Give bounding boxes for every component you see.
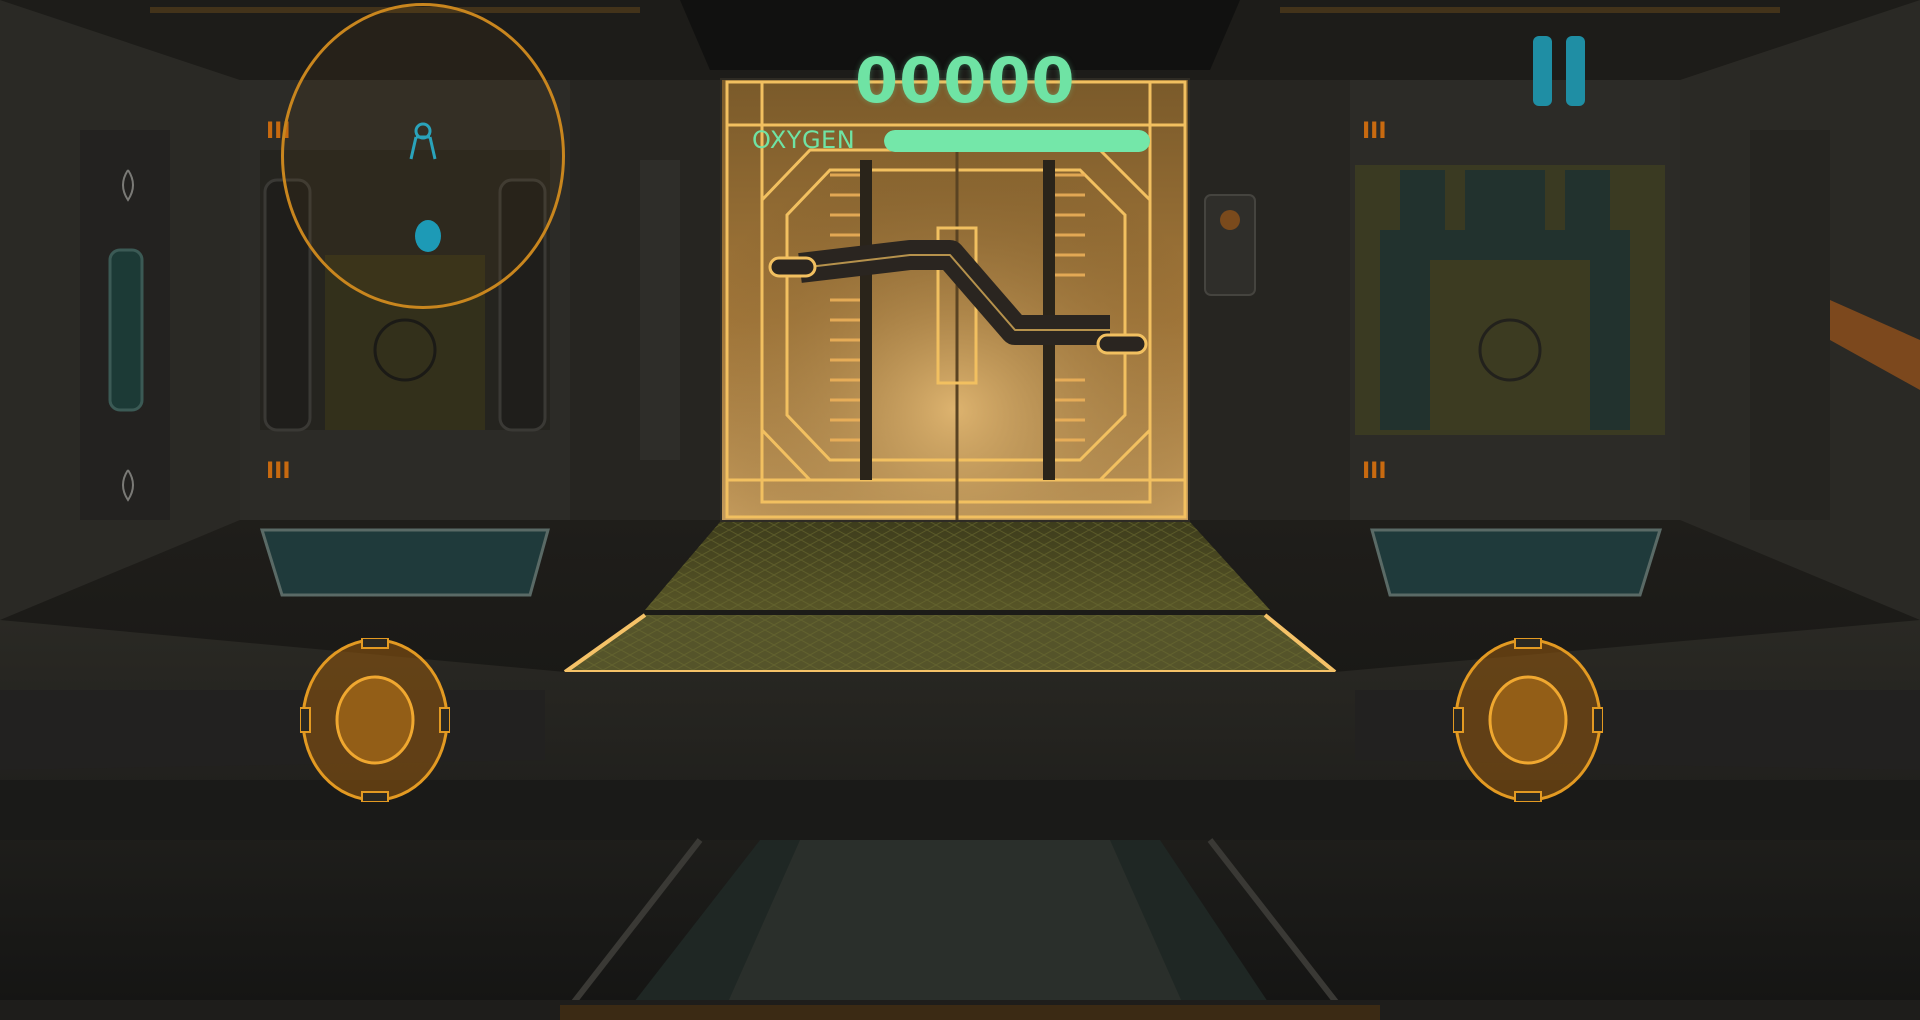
svg-text:III: III — [1362, 459, 1387, 484]
radar-minimap — [281, 3, 565, 309]
joystick-icon — [1452, 637, 1604, 803]
oxygen-label: OXYGEN — [752, 126, 856, 154]
svg-text:III: III — [1362, 119, 1387, 144]
game-viewport[interactable]: III III III III 00000 OXYGEN — [0, 0, 1920, 1020]
score-counter: 00000 — [855, 44, 1076, 117]
player-marker-icon — [409, 122, 437, 160]
pause-button[interactable] — [1530, 36, 1590, 106]
right-joystick[interactable] — [1452, 637, 1604, 803]
pause-icon — [1530, 36, 1590, 106]
left-joystick[interactable] — [299, 637, 451, 803]
svg-text:III: III — [266, 459, 291, 484]
oxygen-bar-fill — [884, 130, 1150, 152]
joystick-icon — [299, 637, 451, 803]
target-dot-icon — [415, 220, 441, 252]
oxygen-bar — [884, 130, 1150, 152]
